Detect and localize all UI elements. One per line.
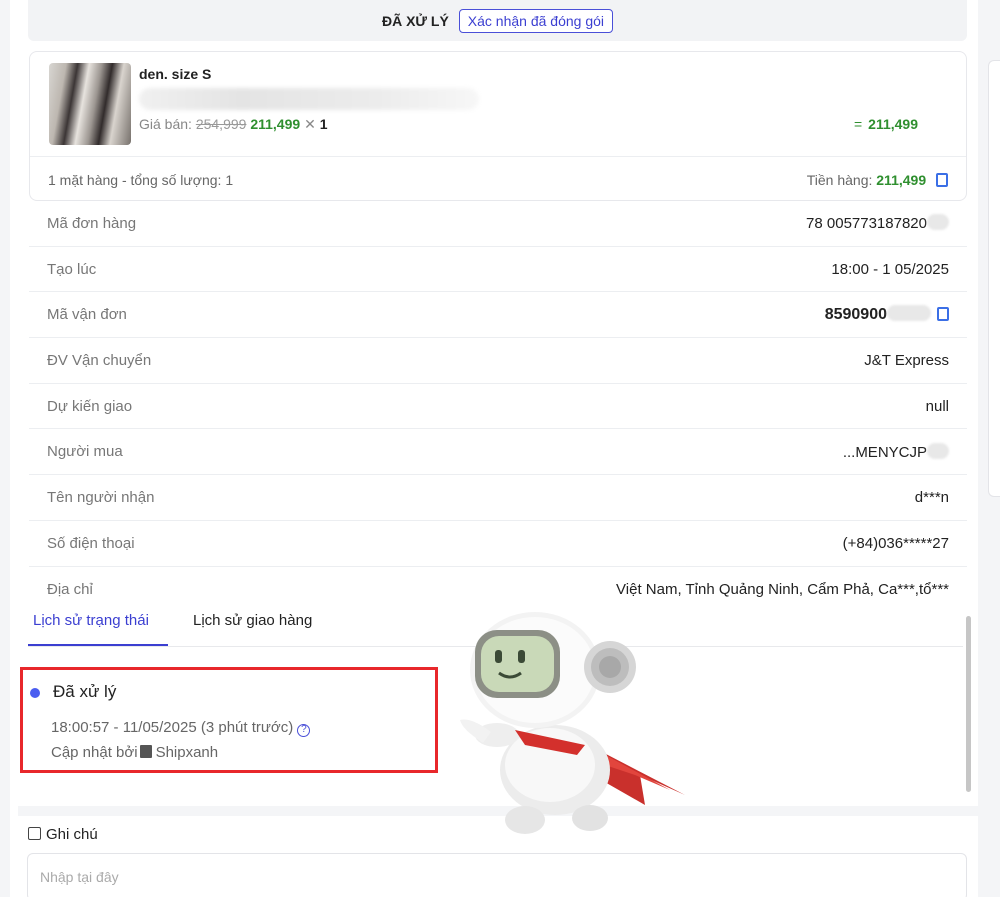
info-row-phone: Số điện thoại (+84)036*****27 [29, 521, 967, 567]
line-total: = 211,499 [854, 116, 918, 132]
original-price: 254,999 [195, 116, 247, 132]
expected-delivery-label: Dự kiến giao [47, 397, 133, 415]
phone-label: Số điện thoại [47, 534, 135, 552]
history-updated-by: Cập nhật bởi Shipxanh [51, 744, 219, 761]
info-row-recipient: Tên người nhận d***n [29, 475, 967, 521]
goods-total-value: 211,499 [876, 171, 927, 188]
product-summary-row: 1 mặt hàng - tổng số lượng: 1 Tiền hàng:… [30, 156, 966, 202]
recipient-value: d***n [914, 488, 949, 506]
order-id-label: Mã đơn hàng [47, 214, 137, 232]
status-history-item: Đã xử lý 18:00:57 - 11/05/2025 (3 phút t… [20, 667, 438, 773]
order-status-header: ĐÃ XỬ LÝ Xác nhận đã đóng gói [28, 0, 967, 41]
created-at-value: 18:00 - 1 05/2025 [831, 260, 949, 278]
product-variant-name: den. size S [139, 66, 212, 82]
order-status-label: ĐÃ XỬ LÝ [381, 12, 449, 29]
info-row-carrier: ĐV Vận chuyển J&T Express [29, 338, 967, 384]
info-row-expected-delivery: Dự kiến giao null [29, 384, 967, 430]
active-tab-underline [28, 644, 168, 646]
tracking-number-label: Mã vận đơn [47, 306, 127, 324]
side-panel-edge [988, 60, 1000, 497]
masked-text [887, 305, 931, 322]
tracking-number-value: 8590900 [825, 305, 949, 324]
multiply-icon: ✕ [304, 116, 316, 132]
copy-icon[interactable] [937, 307, 949, 322]
order-info-list: Mã đơn hàng 78 005773187820 Tạo lúc 18:0… [29, 201, 967, 612]
product-card: den. size S Giá bán: 254,999 211,499 ✕ 1… [29, 51, 967, 201]
book-icon [139, 745, 152, 758]
confirm-packed-button[interactable]: Xác nhận đã đóng gói [458, 8, 614, 33]
phone-value: (+84)036*****27 [842, 534, 949, 552]
robot-mascot-illustration [460, 612, 685, 834]
sale-price: 211,499 [250, 116, 301, 132]
history-status-title: Đã xử lý [53, 682, 117, 701]
tab-delivery-history[interactable]: Lịch sử giao hàng [193, 612, 312, 629]
created-at-label: Tạo lúc [47, 260, 97, 278]
help-icon[interactable]: ? [297, 724, 311, 737]
buyer-label: Người mua [47, 443, 123, 461]
edit-icon [28, 827, 41, 840]
item-count-summary: 1 mặt hàng - tổng số lượng: 1 [48, 171, 234, 188]
scrollbar[interactable] [966, 616, 971, 792]
goods-total: Tiền hàng: 211,499 [807, 172, 948, 188]
blurred-product-title [139, 88, 479, 110]
masked-text [927, 442, 949, 459]
info-row-order-id: Mã đơn hàng 78 005773187820 [29, 201, 967, 247]
buyer-value: ...MENYCJP [843, 442, 949, 461]
copy-icon[interactable] [936, 172, 948, 187]
address-value: Việt Nam, Tỉnh Quảng Ninh, Cẩm Phả, Ca**… [616, 580, 949, 598]
notes-title: Ghi chú [28, 826, 98, 843]
product-image[interactable] [49, 63, 131, 145]
history-timestamp: 18:00:57 - 11/05/2025 (3 phút trước) ? [51, 719, 311, 737]
info-row-buyer: Người mua ...MENYCJP [29, 429, 967, 476]
tab-status-history[interactable]: Lịch sử trạng thái [33, 612, 149, 629]
notes-input[interactable] [27, 853, 967, 897]
equals-sign: = [853, 116, 863, 132]
order-id-value: 78 005773187820 [806, 214, 949, 232]
price-label: Giá bán: [139, 116, 192, 132]
recipient-label: Tên người nhận [47, 488, 155, 506]
goods-total-label: Tiền hàng: [806, 171, 873, 188]
carrier-value: J&T Express [864, 351, 949, 369]
masked-text [927, 214, 949, 231]
line-total-value: 211,499 [868, 116, 918, 132]
expected-delivery-value: null [925, 397, 949, 415]
product-price-row: Giá bán: 254,999 211,499 ✕ 1 [139, 116, 327, 133]
product-quantity: 1 [319, 116, 328, 132]
info-row-created-at: Tạo lúc 18:00 - 1 05/2025 [29, 247, 967, 293]
timeline-dot-icon [30, 688, 40, 698]
carrier-label: ĐV Vận chuyển [47, 351, 152, 369]
info-row-tracking-number: Mã vận đơn 8590900 [29, 292, 967, 339]
address-label: Địa chỉ [47, 580, 93, 598]
